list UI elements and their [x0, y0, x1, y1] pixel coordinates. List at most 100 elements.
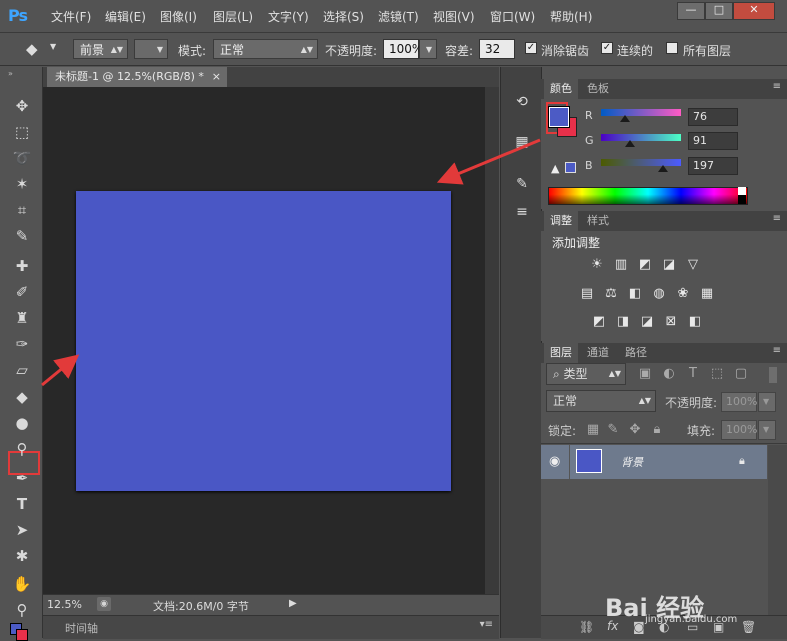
- brush-tool-icon[interactable]: ✐: [10, 281, 34, 303]
- channel-g-slider[interactable]: [601, 134, 681, 141]
- dodge-tool-icon[interactable]: ⚲: [10, 438, 34, 460]
- lock-pixels-icon[interactable]: ✎: [605, 423, 621, 437]
- black-white-icon[interactable]: ◧: [627, 287, 643, 301]
- properties-panel-icon[interactable]: ▦: [511, 131, 533, 153]
- lasso-tool-icon[interactable]: ➰: [10, 147, 34, 169]
- delete-layer-icon[interactable]: 🗑︎: [741, 620, 756, 634]
- history-brush-tool-icon[interactable]: ✑: [10, 333, 34, 355]
- zoom-tool-icon[interactable]: ⚲: [10, 599, 34, 621]
- channel-g-thumb[interactable]: [624, 140, 635, 147]
- tab-color[interactable]: 颜色: [544, 79, 578, 99]
- color-spectrum-bar[interactable]: [548, 187, 748, 205]
- menu-help[interactable]: 帮助(H): [550, 8, 592, 25]
- status-menu-arrow-icon[interactable]: ▶: [289, 598, 297, 609]
- preset-chevron-down-icon[interactable]: ▼: [50, 42, 56, 51]
- menu-filter[interactable]: 滤镜(T): [378, 8, 419, 25]
- timeline-label[interactable]: 时间轴: [65, 620, 98, 636]
- history-panel-icon[interactable]: ⟲: [511, 91, 533, 113]
- menu-window[interactable]: 窗口(W): [490, 8, 535, 25]
- exposure-icon[interactable]: ◪: [661, 258, 677, 272]
- menu-layer[interactable]: 图层(L): [213, 8, 253, 25]
- filter-type-icon[interactable]: T: [685, 367, 701, 381]
- magic-wand-tool-icon[interactable]: ✶: [10, 173, 34, 195]
- shape-tool-icon[interactable]: ✱: [10, 545, 34, 567]
- lock-position-icon[interactable]: ✥: [627, 423, 643, 437]
- filter-shape-icon[interactable]: ⬚: [709, 367, 725, 381]
- fill-source-select[interactable]: 前景 ▲▼: [73, 39, 128, 59]
- tab-layers[interactable]: 图层: [544, 343, 578, 363]
- gradient-map-icon[interactable]: ◧: [687, 315, 703, 329]
- filter-pixel-icon[interactable]: ▣: [637, 367, 653, 381]
- path-select-tool-icon[interactable]: ➤: [10, 519, 34, 541]
- brush-settings-icon[interactable]: ≡: [511, 201, 533, 223]
- antialias-checkbox[interactable]: ✓: [525, 42, 537, 54]
- menu-edit[interactable]: 编辑(E): [105, 8, 146, 25]
- hand-tool-icon[interactable]: ✋: [10, 573, 34, 595]
- link-layers-icon[interactable]: ⛓: [579, 620, 594, 634]
- filter-adjustment-icon[interactable]: ◐: [661, 367, 677, 381]
- layer-opacity-dropdown[interactable]: ▼: [758, 392, 776, 412]
- invert-icon[interactable]: ◩: [591, 315, 607, 329]
- levels-icon[interactable]: ▥: [613, 258, 629, 272]
- channel-b-slider[interactable]: [601, 159, 681, 166]
- layer-thumbnail[interactable]: [576, 449, 602, 473]
- opacity-input[interactable]: 100%: [383, 39, 423, 59]
- tab-paths[interactable]: 路径: [619, 343, 653, 363]
- tab-swatches[interactable]: 色板: [581, 79, 615, 99]
- layers-panel-menu-icon[interactable]: ≡: [773, 345, 781, 356]
- eraser-tool-icon[interactable]: ▱: [10, 359, 34, 381]
- layer-row-background[interactable]: ◉ 背景 🔒︎: [541, 445, 767, 479]
- channel-r-thumb[interactable]: [619, 115, 630, 122]
- fill-input[interactable]: 100%: [721, 420, 757, 440]
- tab-close-icon[interactable]: ×: [212, 67, 221, 87]
- channel-r-input[interactable]: 76: [688, 108, 738, 126]
- marquee-tool-icon[interactable]: ⬚: [10, 121, 34, 143]
- maximize-button[interactable]: □: [705, 2, 733, 20]
- contiguous-checkbox[interactable]: ✓: [601, 42, 613, 54]
- menu-image[interactable]: 图像(I): [160, 8, 197, 25]
- healing-brush-tool-icon[interactable]: ✚: [10, 255, 34, 277]
- layer-opacity-input[interactable]: 100%: [721, 392, 757, 412]
- blur-tool-icon[interactable]: ●: [10, 412, 34, 434]
- channel-g-input[interactable]: 91: [688, 132, 738, 150]
- eyedropper-tool-icon[interactable]: ✎: [10, 225, 34, 247]
- color-lookup-icon[interactable]: ▦: [699, 287, 715, 301]
- channel-b-thumb[interactable]: [657, 165, 668, 172]
- photo-filter-icon[interactable]: ◍: [651, 287, 667, 301]
- gamut-color-swatch[interactable]: [565, 162, 576, 173]
- document-tab[interactable]: 未标题-1 @ 12.5%(RGB/8) * ×: [47, 67, 227, 87]
- paint-bucket-preset-icon[interactable]: ◆: [26, 40, 48, 58]
- stamp-tool-icon[interactable]: ♜: [10, 307, 34, 329]
- timeline-menu-icon[interactable]: ▾≡: [480, 619, 493, 630]
- menu-type[interactable]: 文字(Y): [268, 8, 309, 25]
- color-panel-menu-icon[interactable]: ≡: [773, 81, 781, 92]
- zoom-level[interactable]: 12.5%: [47, 598, 82, 611]
- background-swatch-mini[interactable]: [16, 629, 28, 641]
- collapse-icon[interactable]: »: [8, 69, 13, 78]
- filter-smart-object-icon[interactable]: ▢: [733, 367, 749, 381]
- out-of-gamut-warning-icon[interactable]: ▲: [551, 162, 559, 175]
- blend-mode-select[interactable]: 正常 ▲▼: [546, 390, 656, 412]
- lock-transparent-icon[interactable]: ▦: [585, 423, 601, 437]
- pattern-picker[interactable]: ▼: [134, 39, 168, 59]
- filter-toggle[interactable]: [769, 367, 777, 383]
- tolerance-input[interactable]: 32: [479, 39, 515, 59]
- spectrum-black-swatch[interactable]: [738, 195, 746, 204]
- menu-view[interactable]: 视图(V): [433, 8, 475, 25]
- all-layers-checkbox[interactable]: [666, 42, 678, 54]
- threshold-icon[interactable]: ◪: [639, 315, 655, 329]
- pen-tool-icon[interactable]: ✒: [10, 467, 34, 489]
- adjustments-panel-menu-icon[interactable]: ≡: [773, 213, 781, 224]
- layers-scrollbar[interactable]: [768, 445, 787, 615]
- mode-select[interactable]: 正常 ▲▼: [213, 39, 318, 59]
- brightness-icon[interactable]: ☀: [589, 258, 605, 272]
- selective-color-icon[interactable]: ⊠: [663, 315, 679, 329]
- channel-mixer-icon[interactable]: ❀: [675, 287, 691, 301]
- vibrance-icon[interactable]: ▽: [685, 258, 701, 272]
- spectrum-white-swatch[interactable]: [738, 187, 746, 195]
- document-canvas[interactable]: [76, 191, 451, 491]
- crop-tool-icon[interactable]: ⌗: [10, 199, 34, 221]
- menu-select[interactable]: 选择(S): [323, 8, 364, 25]
- layer-name[interactable]: 背景: [621, 454, 643, 470]
- opacity-dropdown[interactable]: ▼: [419, 39, 437, 59]
